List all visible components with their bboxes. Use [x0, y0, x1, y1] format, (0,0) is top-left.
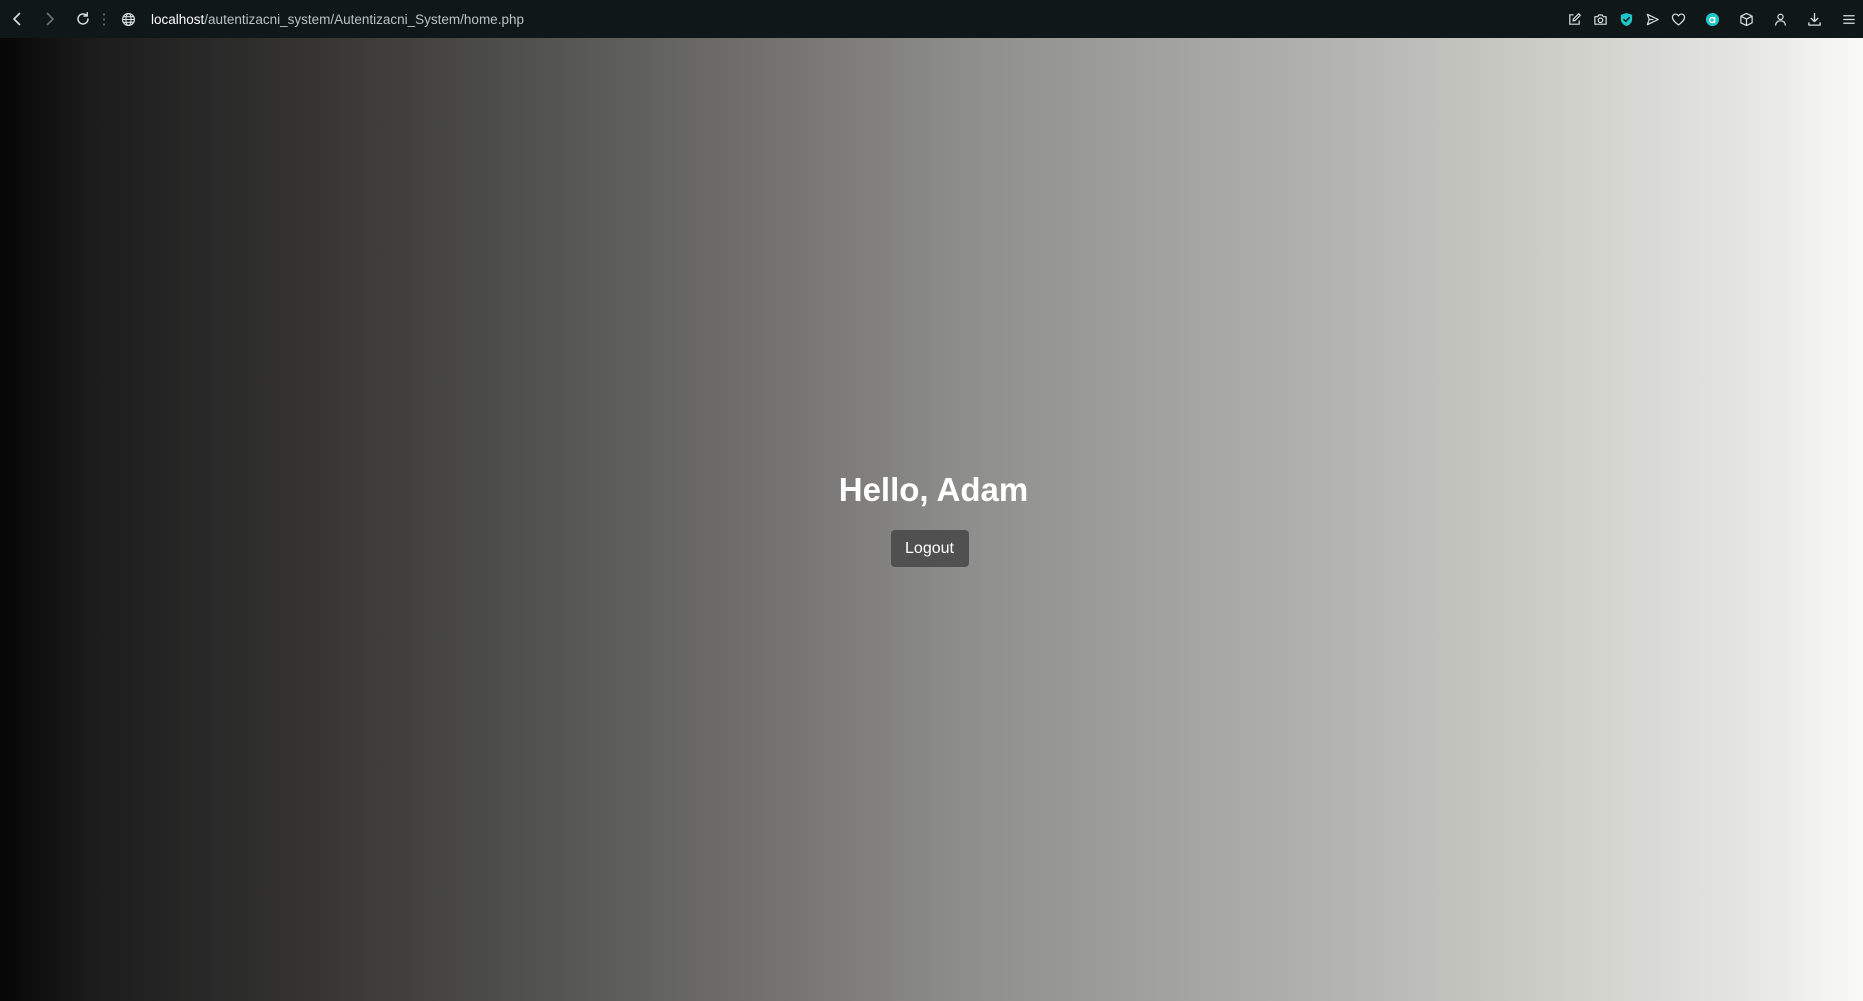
toolbar-separator — [103, 12, 105, 26]
edit-icon — [1568, 12, 1581, 25]
home-panel: Hello, Adam Logout — [0, 38, 1863, 1001]
url-path: /autentizacni_system/Autentizacni_System… — [204, 11, 524, 27]
url-text: localhost/autentizacni_system/Autentizac… — [151, 12, 524, 27]
cube-icon — [1739, 12, 1753, 26]
extensions-button[interactable] — [1733, 0, 1759, 38]
logout-button[interactable]: Logout — [890, 530, 969, 568]
url-host: localhost — [151, 11, 205, 27]
favorites-button[interactable] — [1665, 0, 1691, 38]
aria-icon — [1705, 12, 1719, 26]
page-content: Hello, Adam Logout — [0, 38, 1863, 1001]
send-icon — [1646, 13, 1659, 25]
profile-icon — [1774, 13, 1786, 26]
aria-assistant-button[interactable] — [1699, 0, 1725, 38]
greeting-heading: Hello, Adam — [838, 470, 1029, 508]
snapshot-button[interactable] — [1587, 0, 1613, 38]
edit-button[interactable] — [1561, 0, 1587, 38]
forward-button[interactable] — [33, 0, 66, 38]
downloads-button[interactable] — [1801, 0, 1827, 38]
main-menu-button[interactable] — [1835, 0, 1861, 38]
menu-icon — [1842, 14, 1855, 24]
globe-icon — [121, 12, 135, 26]
site-info-button[interactable] — [111, 0, 145, 38]
back-button[interactable] — [0, 0, 33, 38]
profile-button[interactable] — [1767, 0, 1793, 38]
send-button[interactable] — [1639, 0, 1665, 38]
camera-icon — [1593, 13, 1607, 25]
download-icon — [1807, 12, 1821, 26]
heart-icon — [1671, 12, 1685, 26]
vpn-shield-button[interactable] — [1613, 0, 1639, 38]
back-arrow-icon — [12, 12, 20, 26]
shield-icon — [1620, 12, 1632, 26]
toolbar-right — [1561, 0, 1863, 38]
browser-toolbar: localhost/autentizacni_system/Autentizac… — [0, 0, 1863, 38]
forward-arrow-icon — [46, 12, 54, 26]
reload-icon — [76, 12, 89, 25]
reload-button[interactable] — [66, 0, 99, 38]
address-bar[interactable]: localhost/autentizacni_system/Autentizac… — [111, 0, 1561, 38]
